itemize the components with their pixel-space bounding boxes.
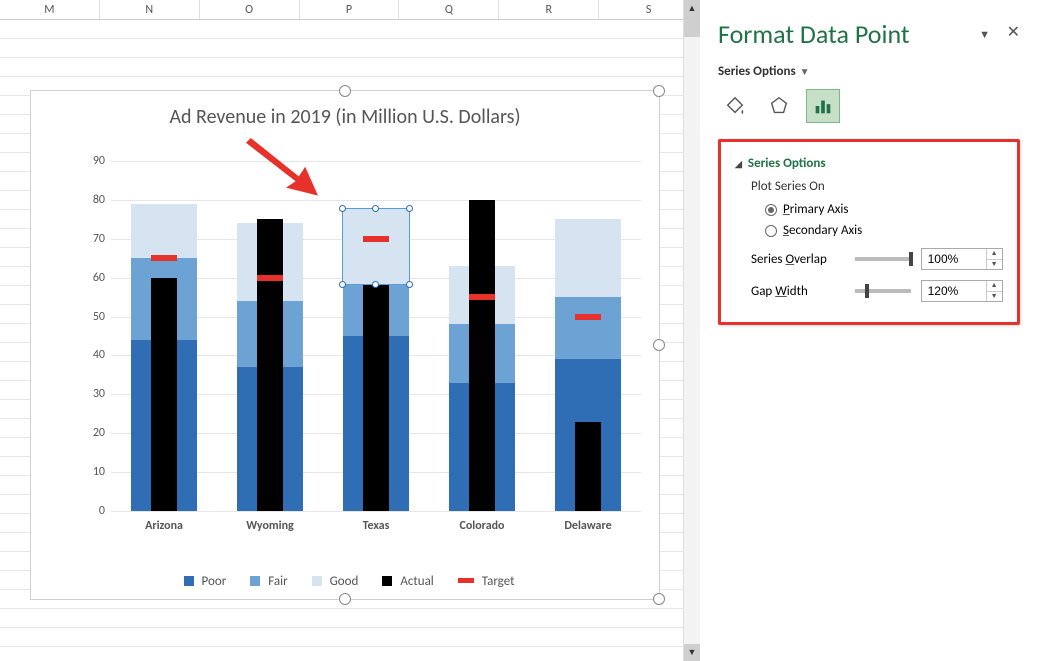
- category-label: Wyoming: [237, 519, 303, 533]
- category-label: Texas: [343, 519, 409, 533]
- category-label: Delaware: [555, 519, 621, 533]
- scroll-up-button[interactable]: ▲: [684, 0, 700, 17]
- legend-item[interactable]: Actual: [374, 574, 433, 589]
- column-header[interactable]: P: [300, 0, 400, 19]
- category-label: Colorado: [449, 519, 515, 533]
- effects-icon[interactable]: [762, 89, 796, 123]
- spinner-up[interactable]: ▲: [987, 249, 1002, 260]
- gap-width-label: Gap Width: [751, 284, 845, 299]
- series-options-highlight: Series Options Plot Series On Primary Ax…: [718, 139, 1020, 325]
- spinner-up[interactable]: ▲: [987, 281, 1002, 292]
- y-axis: 0102030405060708090: [81, 161, 111, 511]
- column-header[interactable]: M: [0, 0, 100, 19]
- scroll-thumb[interactable]: [684, 17, 700, 37]
- resize-handle[interactable]: [653, 339, 665, 351]
- fill-icon[interactable]: [718, 89, 752, 123]
- callout-arrow: [236, 138, 320, 202]
- column-header[interactable]: N: [100, 0, 200, 19]
- legend-item[interactable]: Fair: [242, 574, 287, 589]
- gap-width-input[interactable]: ▲▼: [921, 280, 1003, 302]
- column-header[interactable]: Q: [399, 0, 499, 19]
- secondary-axis-radio[interactable]: Secondary Axis: [765, 223, 1003, 238]
- spinner-down[interactable]: ▼: [987, 260, 1002, 270]
- pane-title: Format Data Point: [718, 18, 1020, 50]
- primary-axis-label: rimary Axis: [790, 202, 849, 217]
- column-header[interactable]: R: [499, 0, 599, 19]
- close-icon[interactable]: ✕: [1007, 22, 1020, 42]
- legend-item[interactable]: Good: [304, 574, 359, 589]
- category-label: Arizona: [131, 519, 197, 533]
- legend-item[interactable]: Poor: [176, 574, 227, 589]
- spinner-down[interactable]: ▼: [987, 292, 1002, 302]
- pane-category-icons: [718, 89, 1020, 123]
- series-overlap-label: Series Overlap: [751, 252, 845, 267]
- chart-title[interactable]: Ad Revenue in 2019 (in Million U.S. Doll…: [31, 105, 659, 129]
- bar-group[interactable]: Arizona: [131, 161, 197, 511]
- chart-object[interactable]: Ad Revenue in 2019 (in Million U.S. Doll…: [30, 90, 660, 600]
- legend-item[interactable]: Target: [450, 574, 515, 589]
- series-options-section-header[interactable]: Series Options: [735, 156, 1003, 171]
- bar-group[interactable]: Wyoming: [237, 161, 303, 511]
- series-overlap-input[interactable]: ▲▼: [921, 248, 1003, 270]
- column-headers[interactable]: MNOPQRS: [0, 0, 699, 20]
- secondary-axis-label: econdary Axis: [789, 223, 862, 238]
- series-options-dropdown[interactable]: Series Options▼: [718, 64, 1020, 79]
- bar-group[interactable]: Colorado: [449, 161, 515, 511]
- format-task-pane: Format Data Point ▼ ✕ Series Options▼ Se…: [700, 0, 1038, 661]
- bar-group[interactable]: Delaware: [555, 161, 621, 511]
- bar-group[interactable]: Texas: [343, 161, 409, 511]
- plot-series-on-label: Plot Series On: [751, 179, 1003, 194]
- plot-area[interactable]: 0102030405060708090 Arizona Wyoming Texas C…: [81, 161, 641, 511]
- resize-handle[interactable]: [339, 593, 351, 605]
- series-options-icon[interactable]: [806, 89, 840, 123]
- vertical-scrollbar[interactable]: ▲ ▼: [683, 0, 700, 661]
- chart-legend[interactable]: Poor Fair Good Actual Target: [31, 574, 659, 589]
- series-overlap-slider[interactable]: [855, 257, 911, 261]
- worksheet-area[interactable]: MNOPQRS Ad Revenue in 2019 (in Million U…: [0, 0, 700, 661]
- column-header[interactable]: O: [200, 0, 300, 19]
- resize-handle[interactable]: [653, 593, 665, 605]
- primary-axis-radio[interactable]: Primary Axis: [765, 202, 1003, 217]
- gap-width-slider[interactable]: [855, 289, 911, 293]
- pane-options-dropdown[interactable]: ▼: [979, 28, 990, 41]
- resize-handle[interactable]: [653, 85, 665, 97]
- resize-handle[interactable]: [339, 85, 351, 97]
- scroll-down-button[interactable]: ▼: [684, 644, 700, 661]
